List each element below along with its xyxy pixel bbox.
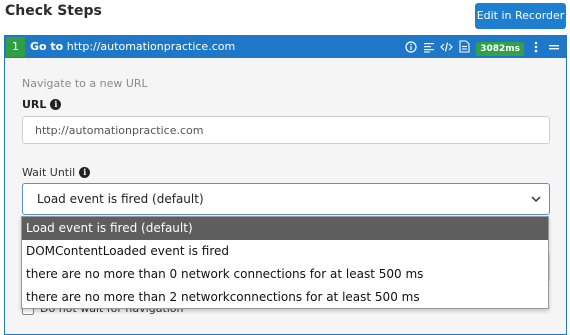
wait-until-selected-value: Load event is fired (default) [37, 192, 204, 206]
more-vertical-icon[interactable] [529, 41, 542, 57]
drag-handle-icon[interactable] [547, 42, 560, 56]
url-input[interactable]: http://automationpractice.com [22, 116, 550, 144]
url-label-text: URL [22, 98, 47, 111]
wait-until-info-icon[interactable]: i [79, 167, 91, 178]
list-icon[interactable] [422, 41, 435, 57]
dropdown-option[interactable]: DOMContentLoaded event is fired [22, 240, 548, 263]
url-label: URL i [22, 98, 62, 111]
wait-until-label: Wait Until i [22, 166, 91, 179]
page-title: Check Steps [5, 3, 102, 19]
dropdown-option[interactable]: there are no more than 0 network connect… [22, 263, 548, 286]
dropdown-option[interactable]: Load event is fired (default) [22, 217, 548, 240]
step-header[interactable]: 1 Go to http://automationpractice.com 30… [5, 36, 566, 58]
step-hint: Navigate to a new URL [22, 77, 148, 90]
wait-until-label-text: Wait Until [22, 166, 76, 179]
url-info-icon[interactable]: i [50, 99, 62, 110]
step-verb: Go to [30, 40, 64, 53]
wait-until-dropdown: Load event is fired (default) DOMContent… [21, 216, 549, 309]
step-header-actions: 3082ms [404, 40, 560, 57]
step-target: http://automationpractice.com [66, 40, 236, 53]
dropdown-option[interactable]: there are no more than 2 networkconnecti… [22, 286, 548, 309]
code-icon[interactable] [440, 41, 454, 57]
edit-in-recorder-button[interactable]: Edit in Recorder [475, 3, 566, 29]
wait-until-select[interactable]: Load event is fired (default) [22, 183, 550, 215]
step-number: 1 [6, 37, 25, 57]
duration-badge: 3082ms [476, 41, 524, 56]
file-icon[interactable] [458, 40, 471, 57]
step-title: Go to http://automationpractice.com [30, 40, 235, 53]
info-icon[interactable] [404, 40, 417, 57]
